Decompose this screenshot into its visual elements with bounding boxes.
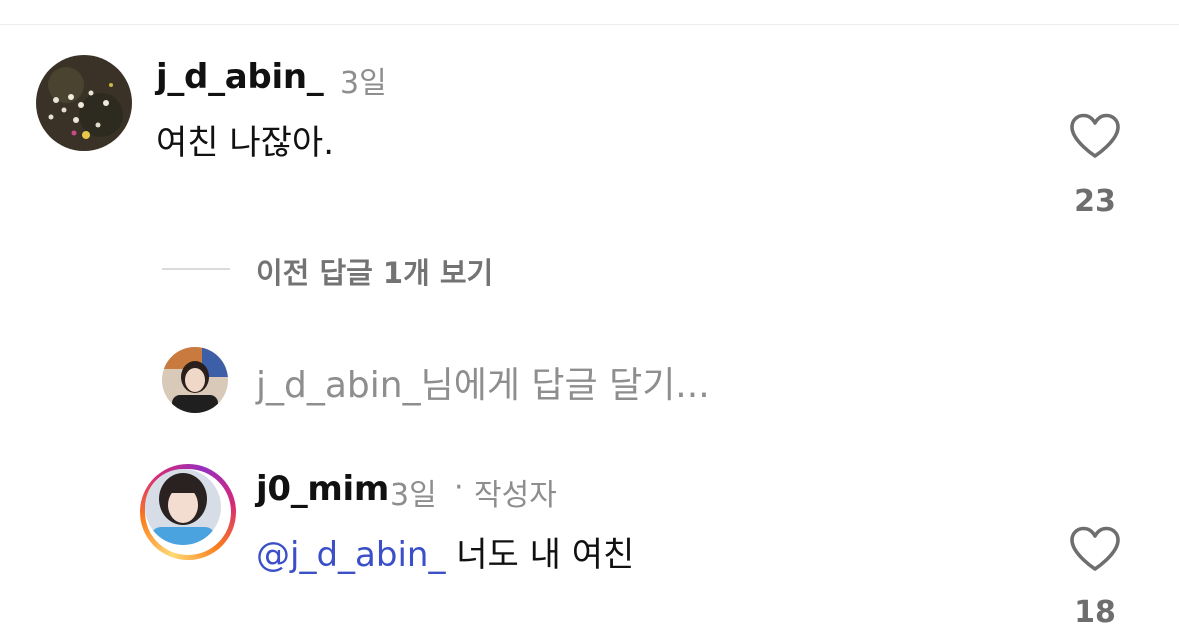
flower-photo-avatar-image <box>36 55 132 151</box>
comment-like-button[interactable] <box>1069 113 1121 159</box>
mention-link[interactable]: @j_d_abin_ <box>256 535 445 575</box>
girl-selfie-avatar-image <box>145 469 221 545</box>
commenter-avatar[interactable] <box>36 55 132 151</box>
reply-text-line: @j_d_abin_ 너도 내 여친 <box>256 527 634 576</box>
reply-like-button[interactable] <box>1069 526 1121 572</box>
view-previous-replies-button[interactable]: 이전 답글 1개 보기 <box>256 250 493 292</box>
top-divider <box>0 24 1179 25</box>
girl-photo-avatar-image <box>162 347 228 413</box>
current-user-avatar <box>162 347 228 413</box>
comment-like-count: 23 <box>1074 184 1116 219</box>
heart-outline-icon <box>1070 526 1120 571</box>
commenter-username[interactable]: j_d_abin_ <box>156 57 324 97</box>
replier-username[interactable]: j0_mim <box>256 469 389 509</box>
replies-divider-line <box>162 268 230 270</box>
reply-like-count: 18 <box>1074 595 1116 630</box>
reply-input[interactable]: j_d_abin_님에게 답글 달기... <box>256 356 710 408</box>
replier-avatar-story-ring[interactable] <box>140 464 236 560</box>
comment-text: 여친 나잖아. <box>156 123 335 163</box>
comment-time: 3일 <box>340 66 387 101</box>
mention-spacer <box>445 535 456 575</box>
reply-time: 3일 <box>390 478 437 513</box>
reply-text: 너도 내 여친 <box>456 535 635 575</box>
replier-avatar[interactable] <box>145 469 221 545</box>
heart-outline-icon <box>1070 113 1120 158</box>
author-badge: 작성자 <box>474 478 557 513</box>
meta-separator: · <box>454 470 464 505</box>
